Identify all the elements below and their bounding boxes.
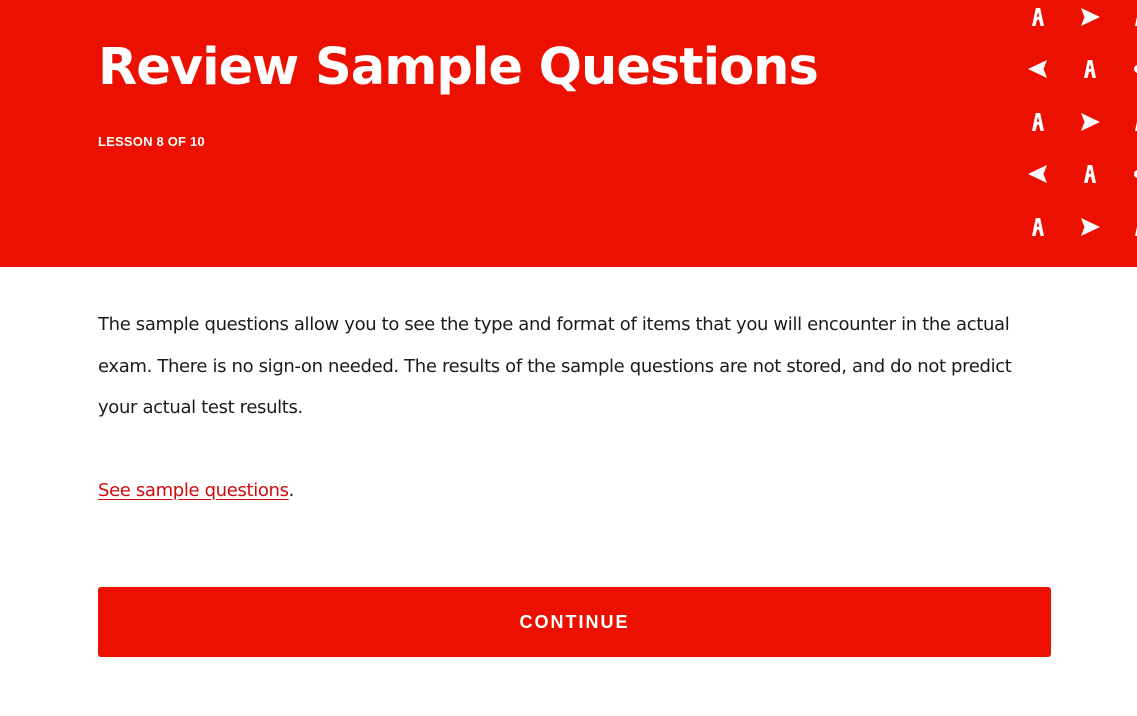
lesson-description: The sample questions allow you to see th…: [98, 314, 1012, 418]
back-triangle-icon: [1028, 165, 1047, 183]
play-triangle-icon: [1081, 218, 1100, 236]
adobe-a-icon: [1032, 113, 1044, 131]
decorative-pattern: [1028, 8, 1137, 236]
sample-questions-line: See sample questions.: [98, 478, 294, 504]
back-triangle-icon: [1028, 60, 1047, 78]
adobe-a-icon: [1084, 165, 1096, 183]
play-triangle-icon: [1081, 8, 1100, 26]
link-suffix: .: [288, 480, 295, 501]
page-title: Review Sample Questions: [98, 38, 819, 97]
lesson-header: Review Sample Questions LESSON 8 OF 10: [0, 0, 1137, 267]
description-block: The sample questions allow you to see th…: [98, 304, 1048, 429]
lesson-progress-label: LESSON 8 OF 10: [98, 134, 205, 149]
continue-button[interactable]: CONTINUE: [98, 587, 1051, 657]
adobe-a-icon: [1032, 8, 1044, 26]
continue-button-label: CONTINUE: [519, 611, 630, 632]
sample-questions-link[interactable]: See sample questions: [98, 480, 289, 501]
play-triangle-icon: [1081, 113, 1100, 131]
adobe-a-icon: [1032, 218, 1044, 236]
adobe-a-icon: [1084, 60, 1096, 78]
